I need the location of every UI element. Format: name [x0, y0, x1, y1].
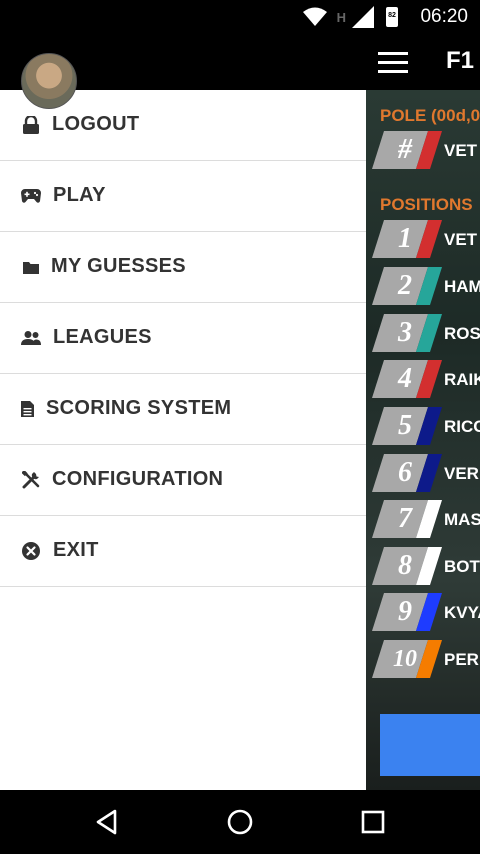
menu-label: CONFIGURATION: [52, 468, 224, 490]
position-badge: 5: [370, 407, 442, 445]
system-nav-bar: [0, 790, 480, 854]
position-driver: VER: [444, 464, 479, 483]
position-driver: ROS: [444, 324, 480, 343]
menu-item-leagues[interactable]: LEAGUES: [0, 303, 366, 374]
position-row-9[interactable]: 9 KVYA: [370, 593, 480, 633]
close-circle-icon: [20, 540, 42, 562]
position-driver: HAM: [444, 277, 480, 296]
position-badge: 8: [370, 547, 442, 585]
position-number: 3: [398, 317, 412, 348]
position-number: 7: [398, 503, 412, 534]
signal-icon: [352, 6, 374, 28]
action-button[interactable]: [380, 714, 480, 776]
lock-icon: [20, 114, 42, 136]
menu-label: PLAY: [53, 184, 106, 206]
position-badge: 1: [370, 220, 442, 258]
positions-label: POSITIONS: [380, 195, 473, 214]
menu-item-my-guesses[interactable]: MY GUESSES: [0, 232, 366, 303]
folder-icon: [20, 256, 42, 278]
menu-label: EXIT: [53, 539, 99, 561]
position-row-2[interactable]: 2 HAM: [370, 267, 480, 307]
position-badge: 10: [370, 640, 442, 678]
pole-label: POLE (00d,0: [380, 106, 480, 125]
position-number: 8: [398, 550, 412, 581]
home-icon[interactable]: [225, 807, 255, 837]
position-row-1[interactable]: 1 VET: [370, 220, 480, 260]
position-row-5[interactable]: 5 RICC: [370, 407, 480, 447]
position-row-3[interactable]: 3 ROS: [370, 314, 480, 354]
position-number: 6: [398, 457, 412, 488]
position-number: 1: [398, 223, 412, 254]
menu-label: MY GUESSES: [51, 255, 186, 277]
position-row-6[interactable]: 6 VER: [370, 454, 480, 494]
pole-driver: VET: [444, 141, 478, 160]
pole-badge-number: #: [398, 134, 412, 165]
users-icon: [20, 327, 42, 349]
navigation-drawer: LOGOUT PLAY MY GUESSES LEAGUES SCORING S…: [0, 90, 366, 790]
menu-item-exit[interactable]: EXIT: [0, 516, 366, 587]
position-driver: VET: [444, 230, 478, 249]
position-row-4[interactable]: 4 RAIK: [370, 360, 480, 400]
position-driver: BOT: [444, 557, 480, 576]
position-number: 5: [398, 410, 412, 441]
position-driver: RAIK: [444, 370, 480, 389]
position-driver: PER: [444, 650, 479, 669]
position-number: 9: [398, 596, 412, 627]
position-badge: 9: [370, 593, 442, 631]
position-badge: 6: [370, 454, 442, 492]
position-number: 4: [398, 363, 412, 394]
status-bar: H 82 06:20: [0, 0, 480, 34]
network-type-label: H: [336, 9, 346, 25]
recents-icon[interactable]: [358, 807, 388, 837]
back-icon[interactable]: [92, 807, 122, 837]
position-driver: MAS: [444, 510, 480, 529]
position-number: 2: [398, 270, 412, 301]
menu-item-scoring-system[interactable]: SCORING SYSTEM: [0, 374, 366, 445]
position-row-10[interactable]: 10 PER: [370, 640, 480, 680]
position-driver: RICC: [444, 417, 480, 436]
menu-icon[interactable]: [378, 52, 408, 74]
status-icons: H 82: [302, 4, 398, 30]
battery-level: 82: [388, 12, 396, 19]
avatar[interactable]: [21, 53, 77, 109]
battery-icon: 82: [386, 7, 398, 27]
tools-icon: [20, 469, 42, 491]
menu-label: LOGOUT: [52, 113, 140, 135]
gamepad-icon: [20, 185, 42, 207]
position-badge: 4: [370, 360, 442, 398]
wifi-icon: [302, 7, 327, 26]
position-row-8[interactable]: 8 BOT: [370, 547, 480, 587]
position-number: 10: [393, 646, 417, 672]
pole-row[interactable]: # VET: [370, 131, 480, 171]
position-badge: 7: [370, 500, 442, 538]
pole-badge: #: [370, 131, 442, 169]
app-title: F1: [446, 47, 475, 74]
position-driver: KVYA: [444, 603, 480, 622]
clock: 06:20: [420, 6, 468, 27]
menu-label: SCORING SYSTEM: [46, 397, 232, 419]
race-content: POLE (00d,0 # VET POSITIONS 1 VET 2 HAM: [366, 90, 480, 790]
position-row-7[interactable]: 7 MAS: [370, 500, 480, 540]
menu-label: LEAGUES: [53, 326, 152, 348]
position-badge: 3: [370, 314, 442, 352]
menu-item-play[interactable]: PLAY: [0, 161, 366, 232]
position-badge: 2: [370, 267, 442, 305]
menu-item-configuration[interactable]: CONFIGURATION: [0, 445, 366, 516]
document-icon: [16, 398, 38, 420]
